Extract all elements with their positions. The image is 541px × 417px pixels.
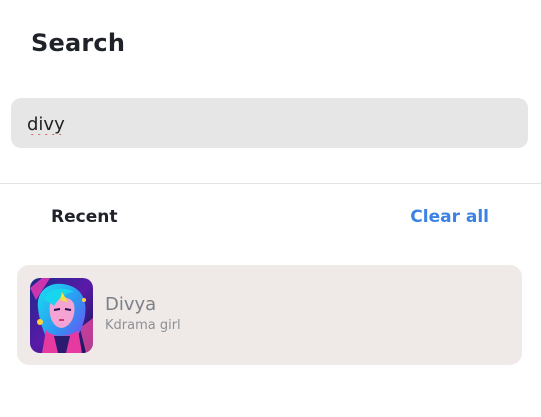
page-title: Search (31, 29, 126, 57)
recent-heading: Recent (51, 207, 118, 227)
search-page: Search Recent Clear all (0, 0, 541, 417)
recent-result-item[interactable]: Divya Kdrama girl (17, 265, 522, 365)
search-input[interactable] (27, 112, 507, 136)
clear-all-button[interactable]: Clear all (410, 207, 489, 227)
avatar (30, 278, 93, 353)
search-box[interactable] (11, 98, 528, 148)
divider (0, 183, 541, 184)
avatar-artwork-icon (30, 278, 93, 353)
result-subtitle: Kdrama girl (105, 318, 181, 333)
result-name: Divya (105, 294, 157, 315)
